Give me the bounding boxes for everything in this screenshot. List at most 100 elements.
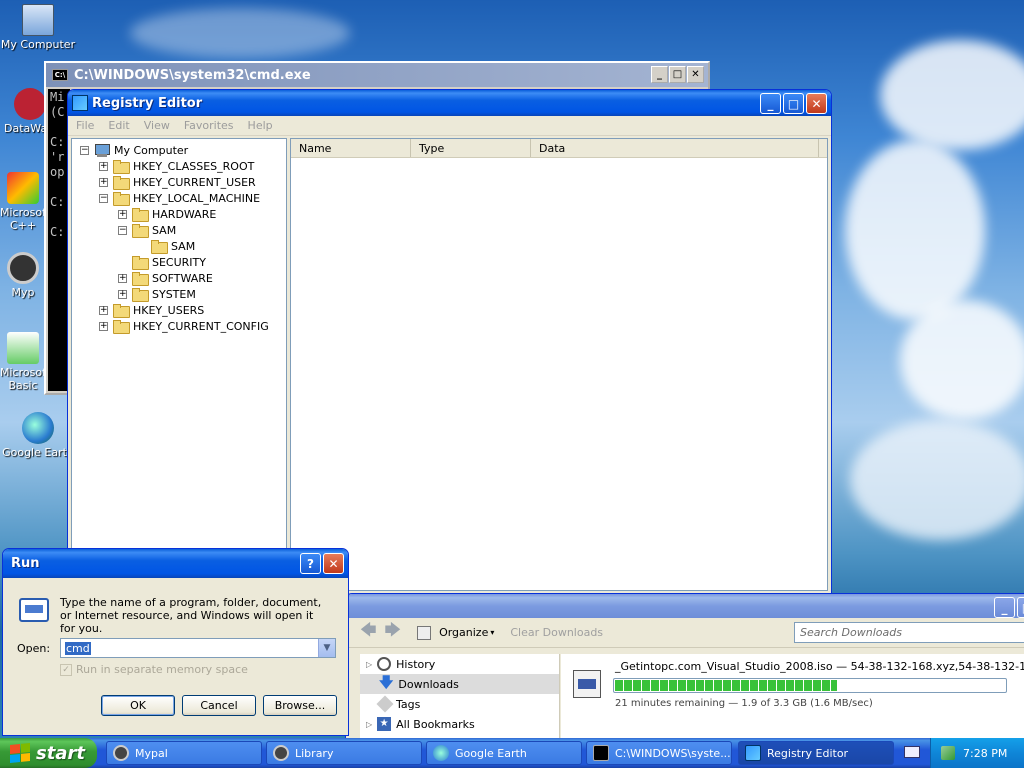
cancel-button[interactable]: Cancel bbox=[182, 695, 256, 716]
clear-downloads-button[interactable]: Clear Downloads bbox=[510, 626, 603, 639]
maximize-button[interactable]: □ bbox=[669, 66, 686, 83]
regedit-icon bbox=[72, 95, 88, 111]
expand-icon[interactable]: + bbox=[99, 161, 108, 171]
menu-help[interactable]: Help bbox=[248, 119, 273, 132]
column-type[interactable]: Type bbox=[411, 139, 531, 157]
start-button[interactable]: start bbox=[0, 738, 97, 768]
menu-view[interactable]: View bbox=[144, 119, 170, 132]
forward-arrow-icon[interactable]: 🡆 bbox=[385, 619, 402, 646]
collapse-icon[interactable]: − bbox=[118, 225, 127, 235]
library-window[interactable]: _ □ 🡄 🡆 Organize ▾ Clear Downloads Searc… bbox=[345, 593, 1024, 744]
cmd-icon bbox=[593, 745, 609, 761]
tree-node[interactable]: − HKEY_LOCAL_MACHINE bbox=[72, 190, 286, 206]
collapse-icon[interactable]: − bbox=[80, 145, 89, 155]
tree-node-label: HKEY_CURRENT_USER bbox=[133, 175, 256, 189]
library-titlebar[interactable]: _ □ bbox=[346, 594, 1024, 618]
menu-favorites[interactable]: Favorites bbox=[184, 119, 234, 132]
minimize-button[interactable]: _ bbox=[760, 93, 781, 114]
search-downloads-input[interactable]: Search Downloads bbox=[794, 622, 1024, 643]
taskbar-item-mypal[interactable]: Mypal bbox=[106, 741, 262, 765]
tree-node[interactable]: SAM bbox=[72, 238, 286, 254]
dialog-title: Run bbox=[11, 556, 40, 571]
close-button[interactable]: ✕ bbox=[806, 93, 827, 114]
desktop-icon-microsoft-basic[interactable]: Microsoft Basic bbox=[0, 332, 50, 392]
tree-node-label: HKEY_CLASSES_ROOT bbox=[133, 159, 255, 173]
column-name[interactable]: Name bbox=[291, 139, 411, 157]
minimize-button[interactable]: _ bbox=[651, 66, 668, 83]
registry-editor-window[interactable]: Registry Editor _ □ ✕ File Edit View Fav… bbox=[67, 89, 832, 616]
taskbar-item-cmd[interactable]: C:\WINDOWS\syste... bbox=[586, 741, 732, 765]
tree-node[interactable]: + HKEY_CLASSES_ROOT bbox=[72, 158, 286, 174]
run-dialog[interactable]: Run ? ✕ Type the name of a program, fold… bbox=[2, 548, 349, 736]
help-button[interactable]: ? bbox=[300, 553, 321, 574]
cmd-titlebar[interactable]: C:\ C:\WINDOWS\system32\cmd.exe _ □ ✕ bbox=[46, 63, 708, 87]
tree-node[interactable]: + HKEY_CURRENT_USER bbox=[72, 174, 286, 190]
clock[interactable]: 7:28 PM bbox=[963, 747, 1007, 760]
tree-node[interactable]: − My Computer bbox=[72, 142, 286, 158]
downloads-list[interactable]: _Getintopc.com_Visual_Studio_2008.iso — … bbox=[561, 654, 1024, 744]
close-button[interactable]: ✕ bbox=[323, 553, 344, 574]
open-combobox[interactable]: cmd ▼ bbox=[60, 638, 336, 658]
taskbar-item-google-earth[interactable]: Google Earth bbox=[426, 741, 582, 765]
sidebar-item-history[interactable]: ▷ History bbox=[360, 654, 559, 674]
tree-node[interactable]: − SAM bbox=[72, 222, 286, 238]
open-input[interactable]: cmd bbox=[65, 642, 91, 655]
desktop-icon-my-computer[interactable]: My Computer bbox=[0, 4, 76, 51]
browse-button[interactable]: Browse... bbox=[263, 695, 337, 716]
desktop-icon-label: Myp bbox=[11, 286, 35, 299]
collapse-icon[interactable]: − bbox=[99, 193, 108, 203]
maximize-button[interactable]: □ bbox=[783, 93, 804, 114]
taskbar-item-library[interactable]: Library bbox=[266, 741, 422, 765]
menu-edit[interactable]: Edit bbox=[108, 119, 129, 132]
expand-icon[interactable]: + bbox=[99, 305, 108, 315]
back-arrow-icon[interactable]: 🡄 bbox=[360, 619, 377, 646]
sidebar-item-downloads[interactable]: 🡇 Downloads bbox=[360, 674, 559, 694]
tree-node[interactable]: + HKEY_USERS bbox=[72, 302, 286, 318]
desktop-icon-mypal[interactable]: Myp bbox=[0, 252, 46, 299]
registry-values-list[interactable]: Name Type Data bbox=[290, 138, 828, 591]
mypal-shortcut-icon bbox=[7, 252, 39, 284]
expand-icon[interactable]: + bbox=[118, 289, 127, 299]
organize-button[interactable]: Organize bbox=[439, 626, 488, 639]
tree-node[interactable]: + HKEY_CURRENT_CONFIG bbox=[72, 318, 286, 334]
expand-icon[interactable]: + bbox=[118, 273, 127, 283]
keyboard-icon[interactable] bbox=[904, 746, 920, 758]
menu-file[interactable]: File bbox=[76, 119, 94, 132]
tree-node[interactable]: + HARDWARE bbox=[72, 206, 286, 222]
expand-icon[interactable]: + bbox=[99, 177, 108, 187]
desktop-icon-microsoft-cpp[interactable]: Microsoft C++ bbox=[0, 172, 50, 232]
separate-memory-checkbox[interactable]: ✓ Run in separate memory space bbox=[60, 663, 248, 676]
sidebar-item-all-bookmarks[interactable]: ▷ ★ All Bookmarks bbox=[360, 714, 559, 734]
network-icon[interactable] bbox=[941, 746, 955, 760]
folder-icon bbox=[132, 208, 149, 222]
expand-icon[interactable]: + bbox=[118, 209, 127, 219]
library-sidebar: ▷ History 🡇 Downloads Tags ▷ ★ All Bookm… bbox=[360, 654, 560, 744]
run-titlebar[interactable]: Run ? ✕ bbox=[3, 549, 348, 578]
checkbox-label: Run in separate memory space bbox=[76, 663, 248, 676]
dropdown-button[interactable]: ▼ bbox=[318, 639, 335, 657]
folder-icon bbox=[151, 240, 168, 254]
download-progress-bar bbox=[613, 678, 1007, 693]
registry-editor-titlebar[interactable]: Registry Editor _ □ ✕ bbox=[68, 90, 831, 116]
tree-node-label: SYSTEM bbox=[152, 287, 196, 301]
download-item[interactable]: _Getintopc.com_Visual_Studio_2008.iso — … bbox=[561, 654, 1024, 714]
tree-node[interactable]: SECURITY bbox=[72, 254, 286, 270]
registry-tree[interactable]: − My Computer + HKEY_CLASSES_ROOT + HKEY_CURR… bbox=[71, 138, 287, 591]
console-line: (C bbox=[50, 105, 65, 119]
tree-node[interactable]: + SYSTEM bbox=[72, 286, 286, 302]
ok-button[interactable]: OK bbox=[101, 695, 175, 716]
list-header: Name Type Data bbox=[291, 139, 827, 158]
taskbar-item-registry-editor[interactable]: Registry Editor bbox=[738, 741, 894, 765]
expand-icon[interactable]: + bbox=[99, 321, 108, 331]
desktop-icon-datawa[interactable]: DataWa bbox=[0, 88, 47, 135]
expander-icon: ▷ bbox=[366, 659, 373, 669]
sidebar-item-tags[interactable]: Tags bbox=[360, 694, 559, 714]
minimize-button[interactable]: _ bbox=[994, 597, 1015, 618]
column-data[interactable]: Data bbox=[531, 139, 819, 157]
folder-icon bbox=[113, 304, 130, 318]
maximize-button[interactable]: □ bbox=[1017, 597, 1024, 618]
desktop-icon-google-earth[interactable]: Google Earth bbox=[0, 412, 76, 459]
tree-node[interactable]: + SOFTWARE bbox=[72, 270, 286, 286]
close-button[interactable]: ✕ bbox=[687, 66, 704, 83]
